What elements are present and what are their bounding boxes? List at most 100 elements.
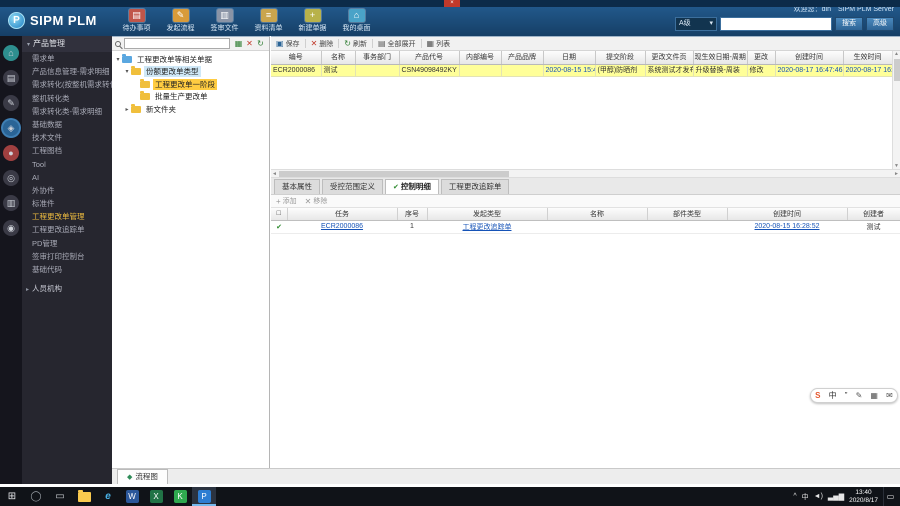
tree-search-input[interactable] [124, 38, 230, 49]
grid-cell[interactable]: 工程更改追踪单 [427, 220, 547, 234]
search-scope-select[interactable]: A级 ▾ [675, 17, 717, 31]
sidebar-header[interactable]: ▾ 产品管理 [22, 36, 112, 52]
sidebar-item[interactable]: 基础代码 [22, 263, 112, 276]
rail-products-button[interactable]: ◈ [3, 120, 19, 136]
rail-search-button[interactable]: ◎ [3, 170, 19, 186]
refresh-button[interactable]: ↻ 刷新 [344, 39, 367, 49]
taskbar-search-button[interactable]: ◯ [24, 487, 48, 506]
rail-edit-button[interactable]: ✎ [3, 95, 19, 111]
column-header[interactable]: 创建时间 [775, 51, 844, 65]
scroll-thumb[interactable] [893, 59, 900, 81]
search-button[interactable]: 搜索 [835, 17, 863, 31]
review-doc-button[interactable]: ▥ 签审文件 [206, 9, 243, 33]
rail-dashboard-button[interactable]: ▤ [3, 70, 19, 86]
tree-expand-icon[interactable]: ▸ [123, 106, 131, 113]
column-header[interactable]: 发起类型 [427, 208, 548, 221]
advanced-search-button[interactable]: 高级 [866, 17, 894, 31]
sidebar-item[interactable]: Tool [22, 158, 112, 171]
expand-all-icon[interactable]: ▦ [233, 39, 244, 48]
taskbar-clock[interactable]: 13:40 2020/8/17 [849, 489, 878, 505]
excel-button[interactable]: X [144, 487, 168, 506]
vertical-scrollbar[interactable]: ▲ ▼ [892, 51, 900, 169]
column-header[interactable]: 序号 [397, 208, 428, 221]
add-button[interactable]: + 添加 [276, 196, 297, 206]
start-button[interactable]: ⊞ [0, 487, 24, 506]
column-header[interactable]: 创建时间 [727, 208, 848, 221]
scroll-up-icon[interactable]: ▲ [894, 51, 899, 57]
global-search-input[interactable] [720, 17, 832, 31]
word-button[interactable]: W [120, 487, 144, 506]
list-view-button[interactable]: ▦ 列表 [427, 39, 451, 49]
tree-node[interactable]: 批量生产更改单 [112, 91, 269, 104]
tab-flowchart[interactable]: ◆ 流程图 [117, 469, 168, 484]
punctuation-icon[interactable]: ” [845, 388, 848, 403]
row-check-icon[interactable]: ✔ [271, 220, 287, 234]
sidebar-item[interactable]: AI [22, 171, 112, 184]
start-flow-button[interactable]: ✎ 发起流程 [162, 9, 199, 33]
column-header[interactable]: 产品代号 [399, 51, 460, 65]
tree-node[interactable]: ▾ 份额更改单类型 [112, 66, 269, 79]
sidebar-item[interactable]: 基础数据 [22, 118, 112, 131]
mail-icon[interactable]: ✉ [886, 388, 893, 403]
column-header[interactable]: 提交阶段 [595, 51, 646, 65]
file-explorer-button[interactable] [72, 487, 96, 506]
table-row[interactable]: ✔ ECR2000086 1 工程更改追踪单 2020-08-15 16:28:52 测试 [271, 220, 900, 234]
sidebar-item[interactable]: 标准件 [22, 197, 112, 210]
column-header[interactable]: 编号 [271, 51, 322, 65]
sidebar-item[interactable]: PD管理 [22, 237, 112, 250]
ime-lang-indicator[interactable]: 中 [802, 492, 809, 502]
todo-button[interactable]: ▤ 待办事项 [118, 9, 155, 33]
tree-node[interactable]: ▾ 工程更改单等相关单据 [112, 53, 269, 66]
tree-node[interactable]: 工程更改单一阶段 [112, 78, 269, 91]
column-header[interactable]: 产品品牌 [501, 51, 544, 65]
column-header[interactable]: 名称 [547, 208, 648, 221]
tree-expand-icon[interactable]: ▾ [114, 56, 122, 63]
delete-button[interactable]: ✕ 删除 [311, 39, 334, 49]
rail-library-button[interactable]: ▥ [3, 195, 19, 211]
column-header[interactable]: 事务部门 [355, 51, 400, 65]
column-header[interactable]: 生效时间 [843, 51, 893, 65]
column-header[interactable]: 现生效日期-周期 [693, 51, 748, 65]
delete-icon[interactable]: ✕ [244, 39, 255, 48]
sidebar-item[interactable]: 外协件 [22, 184, 112, 197]
keyboard-icon[interactable]: ▦ [870, 388, 878, 403]
sidebar-item[interactable]: 需求转化(按整机需求转化) [22, 78, 112, 91]
column-header[interactable]: 更改文件页 [645, 51, 694, 65]
horizontal-scrollbar[interactable]: ◄ ► [271, 169, 900, 178]
volume-icon[interactable]: ◄) [814, 493, 823, 500]
column-header[interactable]: 内部编号 [459, 51, 502, 65]
edge-button[interactable]: e [96, 487, 120, 506]
pen-icon[interactable]: ✎ [856, 388, 863, 403]
column-header[interactable]: 名称 [321, 51, 356, 65]
expand-all-button[interactable]: ▤ 全部展开 [378, 39, 416, 49]
app-k-button[interactable]: K [168, 487, 192, 506]
sidebar-item[interactable]: 需求转化类-需求明细 [22, 105, 112, 118]
chinese-mode-icon[interactable]: 中 [829, 388, 837, 403]
sidebar-item[interactable]: 签审打印控制台 [22, 250, 112, 263]
task-view-button[interactable]: ▭ [48, 487, 72, 506]
tab-1[interactable]: 受控范围定义 [322, 179, 383, 194]
scroll-right-icon[interactable]: ► [894, 171, 899, 177]
tray-expand-icon[interactable]: ^ [793, 493, 796, 500]
tab-2[interactable]: ✔ 控制明细 [385, 179, 439, 194]
remove-button[interactable]: ✕ 移除 [305, 196, 328, 206]
tab-3[interactable]: 工程更改追踪单 [440, 179, 510, 194]
column-header[interactable]: 日期 [543, 51, 596, 65]
column-header[interactable]: 创建者 [847, 208, 900, 221]
sogou-logo-icon[interactable]: S [815, 388, 820, 403]
sidebar-item[interactable]: 工程更改单管理 [22, 210, 112, 223]
material-list-button[interactable]: ≡ 资料清单 [250, 9, 287, 33]
plm-app-button[interactable]: P [192, 487, 216, 506]
column-header[interactable]: 任务 [287, 208, 398, 221]
new-doc-button[interactable]: + 新建单据 [294, 9, 331, 33]
column-header[interactable]: 部件类型 [647, 208, 728, 221]
sidebar-item[interactable]: 整机转化类 [22, 92, 112, 105]
my-desktop-button[interactable]: ⌂ 我的桌面 [338, 9, 375, 33]
sidebar-item[interactable]: 产品信息管理-需求明细 [22, 65, 112, 78]
rail-home-button[interactable]: ⌂ [3, 45, 19, 61]
tab-0[interactable]: 基本属性 [274, 179, 320, 194]
tree-node[interactable]: ▸ 新文件夹 [112, 103, 269, 116]
refresh-icon[interactable]: ↻ [255, 39, 266, 48]
scroll-left-icon[interactable]: ◄ [272, 171, 277, 177]
rail-tasks-button[interactable]: ● [3, 145, 19, 161]
